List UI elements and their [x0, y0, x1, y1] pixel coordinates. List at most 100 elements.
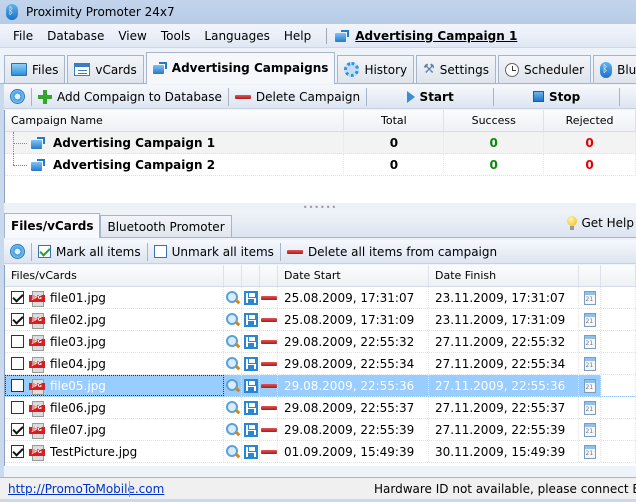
start-button[interactable]: Start	[367, 86, 493, 108]
website-link[interactable]: http://PromoToMobile.com	[0, 482, 164, 496]
col-success[interactable]: Success	[444, 109, 545, 132]
menu-separator	[326, 27, 328, 44]
tree-line	[11, 153, 31, 176]
save-icon[interactable]	[243, 444, 258, 459]
menu-database[interactable]: Database	[40, 29, 111, 43]
file-checkbox[interactable]	[11, 335, 24, 348]
file-checkbox[interactable]	[11, 401, 24, 414]
calendar-cell	[579, 375, 601, 396]
menu-languages[interactable]: Languages	[197, 29, 276, 43]
remove-icon[interactable]	[260, 405, 277, 410]
col-rejected[interactable]: Rejected	[544, 109, 636, 132]
remove-icon[interactable]	[260, 361, 277, 366]
tab-files[interactable]: Files	[4, 55, 66, 83]
calendar-icon[interactable]	[583, 290, 596, 305]
save-icon[interactable]	[243, 400, 258, 415]
file-row[interactable]: file04.jpg 29.08.2009, 22:55:3427.11.2009…	[5, 353, 636, 375]
menu-file[interactable]: File	[6, 29, 40, 43]
menu-tools[interactable]: Tools	[154, 29, 198, 43]
file-checkbox[interactable]	[11, 313, 24, 326]
col-date-finish[interactable]: Date Finish	[429, 265, 579, 286]
file-row[interactable]: file06.jpg 29.08.2009, 22:55:3727.11.2009…	[5, 397, 636, 419]
remove-icon[interactable]	[260, 339, 277, 344]
remove-icon[interactable]	[260, 295, 277, 300]
file-row[interactable]: file07.jpg 29.08.2009, 22:55:3927.11.2009…	[5, 419, 636, 441]
date-finish: 27.11.2009, 22:55:37	[429, 397, 579, 418]
hardware-status: Hardware ID not available, please connec…	[374, 481, 636, 496]
tab-scheduler-label: Scheduler	[524, 62, 585, 77]
delete-campaign-button[interactable]: Delete Campaign	[229, 86, 366, 108]
delete-cell	[260, 419, 278, 440]
save-icon[interactable]	[243, 290, 258, 305]
magnifier-icon[interactable]	[225, 334, 240, 349]
tab-bluetooth-monitor[interactable]: Bluetooth Monitor	[593, 55, 636, 83]
date-start: 25.08.2009, 17:31:09	[278, 309, 429, 330]
jpg-file-icon	[29, 422, 45, 439]
menu-help[interactable]: Help	[277, 29, 318, 43]
file-checkbox[interactable]	[11, 379, 24, 392]
magnifier-icon[interactable]	[225, 356, 240, 371]
current-campaign-link[interactable]: Advertising Campaign 1	[335, 29, 517, 43]
tab-settings[interactable]: ⚒ Settings	[416, 55, 497, 83]
save-icon[interactable]	[243, 356, 258, 371]
save-icon[interactable]	[243, 422, 258, 437]
remove-icon[interactable]	[260, 427, 277, 432]
tab-bluetooth-promoter[interactable]: Bluetooth Promoter	[100, 215, 232, 237]
magnifier-icon[interactable]	[225, 378, 240, 393]
calendar-icon[interactable]	[583, 334, 596, 349]
tab-advertising-campaigns[interactable]: Advertising Campaigns	[145, 52, 336, 84]
file-row[interactable]: file02.jpg 25.08.2009, 17:31:0923.11.2009…	[5, 309, 636, 331]
col-files-vcards[interactable]: Files/vCards	[5, 265, 224, 286]
file-checkbox[interactable]	[11, 445, 24, 458]
file-row[interactable]: TestPicture.jpg 01.09.2009, 15:49:3930.11…	[5, 441, 636, 463]
tab-vcards[interactable]: vCards	[67, 55, 144, 83]
jpg-file-icon	[29, 400, 45, 417]
add-campaign-button[interactable]: Add Compaign to Database	[32, 86, 228, 108]
calendar-icon[interactable]	[583, 356, 596, 371]
remove-icon[interactable]	[260, 317, 277, 322]
get-help-button[interactable]: Get Help	[567, 216, 634, 230]
campaign-row[interactable]: Advertising Campaign 2 0 0 0	[5, 153, 636, 176]
save-icon[interactable]	[243, 334, 258, 349]
magnifier-icon[interactable]	[225, 422, 240, 437]
remove-icon[interactable]	[260, 383, 277, 388]
tab-files-vcards[interactable]: Files/vCards	[4, 213, 101, 238]
refresh-files-button[interactable]	[4, 241, 31, 263]
calendar-icon[interactable]	[583, 422, 596, 437]
calendar-icon[interactable]	[583, 312, 596, 327]
file-name-cell: file01.jpg	[5, 287, 224, 308]
calendar-icon[interactable]	[583, 400, 596, 415]
file-row[interactable]: file01.jpg 25.08.2009, 17:31:0723.11.2009…	[5, 287, 636, 309]
delete-all-items-button[interactable]: Delete all items from campaign	[281, 241, 503, 263]
refresh-button[interactable]	[4, 86, 31, 108]
tab-history[interactable]: History	[337, 55, 415, 83]
row-filler	[601, 397, 636, 418]
file-checkbox[interactable]	[11, 423, 24, 436]
mark-all-button[interactable]: Mark all items	[32, 241, 147, 263]
col-total[interactable]: Total	[344, 109, 445, 132]
magnifier-icon[interactable]	[225, 312, 240, 327]
tree-line	[11, 131, 31, 154]
col-campaign-name[interactable]: Campaign Name	[5, 109, 345, 132]
file-row[interactable]: file03.jpg 29.08.2009, 22:55:3227.11.2009…	[5, 331, 636, 353]
magnifier-icon[interactable]	[225, 290, 240, 305]
calendar-icon[interactable]	[583, 444, 596, 459]
remove-icon[interactable]	[260, 449, 277, 454]
file-row[interactable]: file05.jpg 29.08.2009, 22:55:3627.11.2009…	[5, 375, 636, 397]
jpg-file-icon	[29, 312, 45, 329]
magnifier-icon[interactable]	[225, 400, 240, 415]
save-icon[interactable]	[243, 312, 258, 327]
file-checkbox[interactable]	[11, 357, 24, 370]
magnifier-icon[interactable]	[225, 444, 240, 459]
save-cell	[242, 331, 260, 352]
save-icon[interactable]	[243, 378, 258, 393]
col-date-start[interactable]: Date Start	[278, 265, 429, 286]
file-checkbox[interactable]	[11, 291, 24, 304]
splitter-handle[interactable]: ••••••	[4, 203, 636, 212]
unmark-all-button[interactable]: Unmark all items	[148, 241, 280, 263]
calendar-icon[interactable]	[583, 378, 596, 393]
stop-button[interactable]: Stop	[494, 86, 619, 108]
campaign-row[interactable]: Advertising Campaign 1 0 0 0	[5, 131, 636, 154]
tab-scheduler[interactable]: Scheduler	[498, 55, 592, 83]
menu-view[interactable]: View	[111, 29, 153, 43]
